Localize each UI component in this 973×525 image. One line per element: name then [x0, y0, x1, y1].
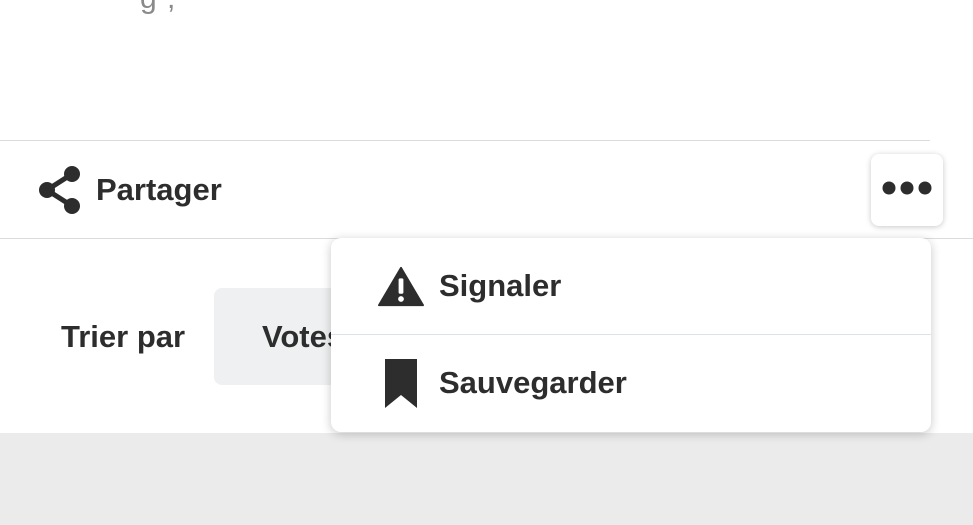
action-bar: Partager	[0, 141, 973, 238]
footer-band	[0, 433, 973, 525]
more-options-button[interactable]	[871, 154, 943, 226]
warning-icon	[378, 264, 424, 310]
menu-item-sauvegarder[interactable]: Sauvegarder	[331, 335, 931, 431]
menu-item-label: Sauvegarder	[439, 365, 627, 400]
menu-item-signaler[interactable]: Signaler	[331, 238, 931, 334]
share-icon	[36, 165, 84, 215]
bookmark-icon	[378, 359, 424, 408]
partial-text: g ,	[140, 0, 176, 16]
menu-item-label: Signaler	[439, 268, 562, 303]
share-label: Partager	[96, 172, 222, 207]
more-horizontal-icon	[881, 180, 933, 201]
sort-label: Trier par	[61, 319, 186, 354]
options-dropdown-menu: Signaler Sauvegarder	[331, 238, 931, 432]
share-button[interactable]: Partager	[36, 163, 222, 217]
page: g , Partager	[0, 0, 973, 525]
